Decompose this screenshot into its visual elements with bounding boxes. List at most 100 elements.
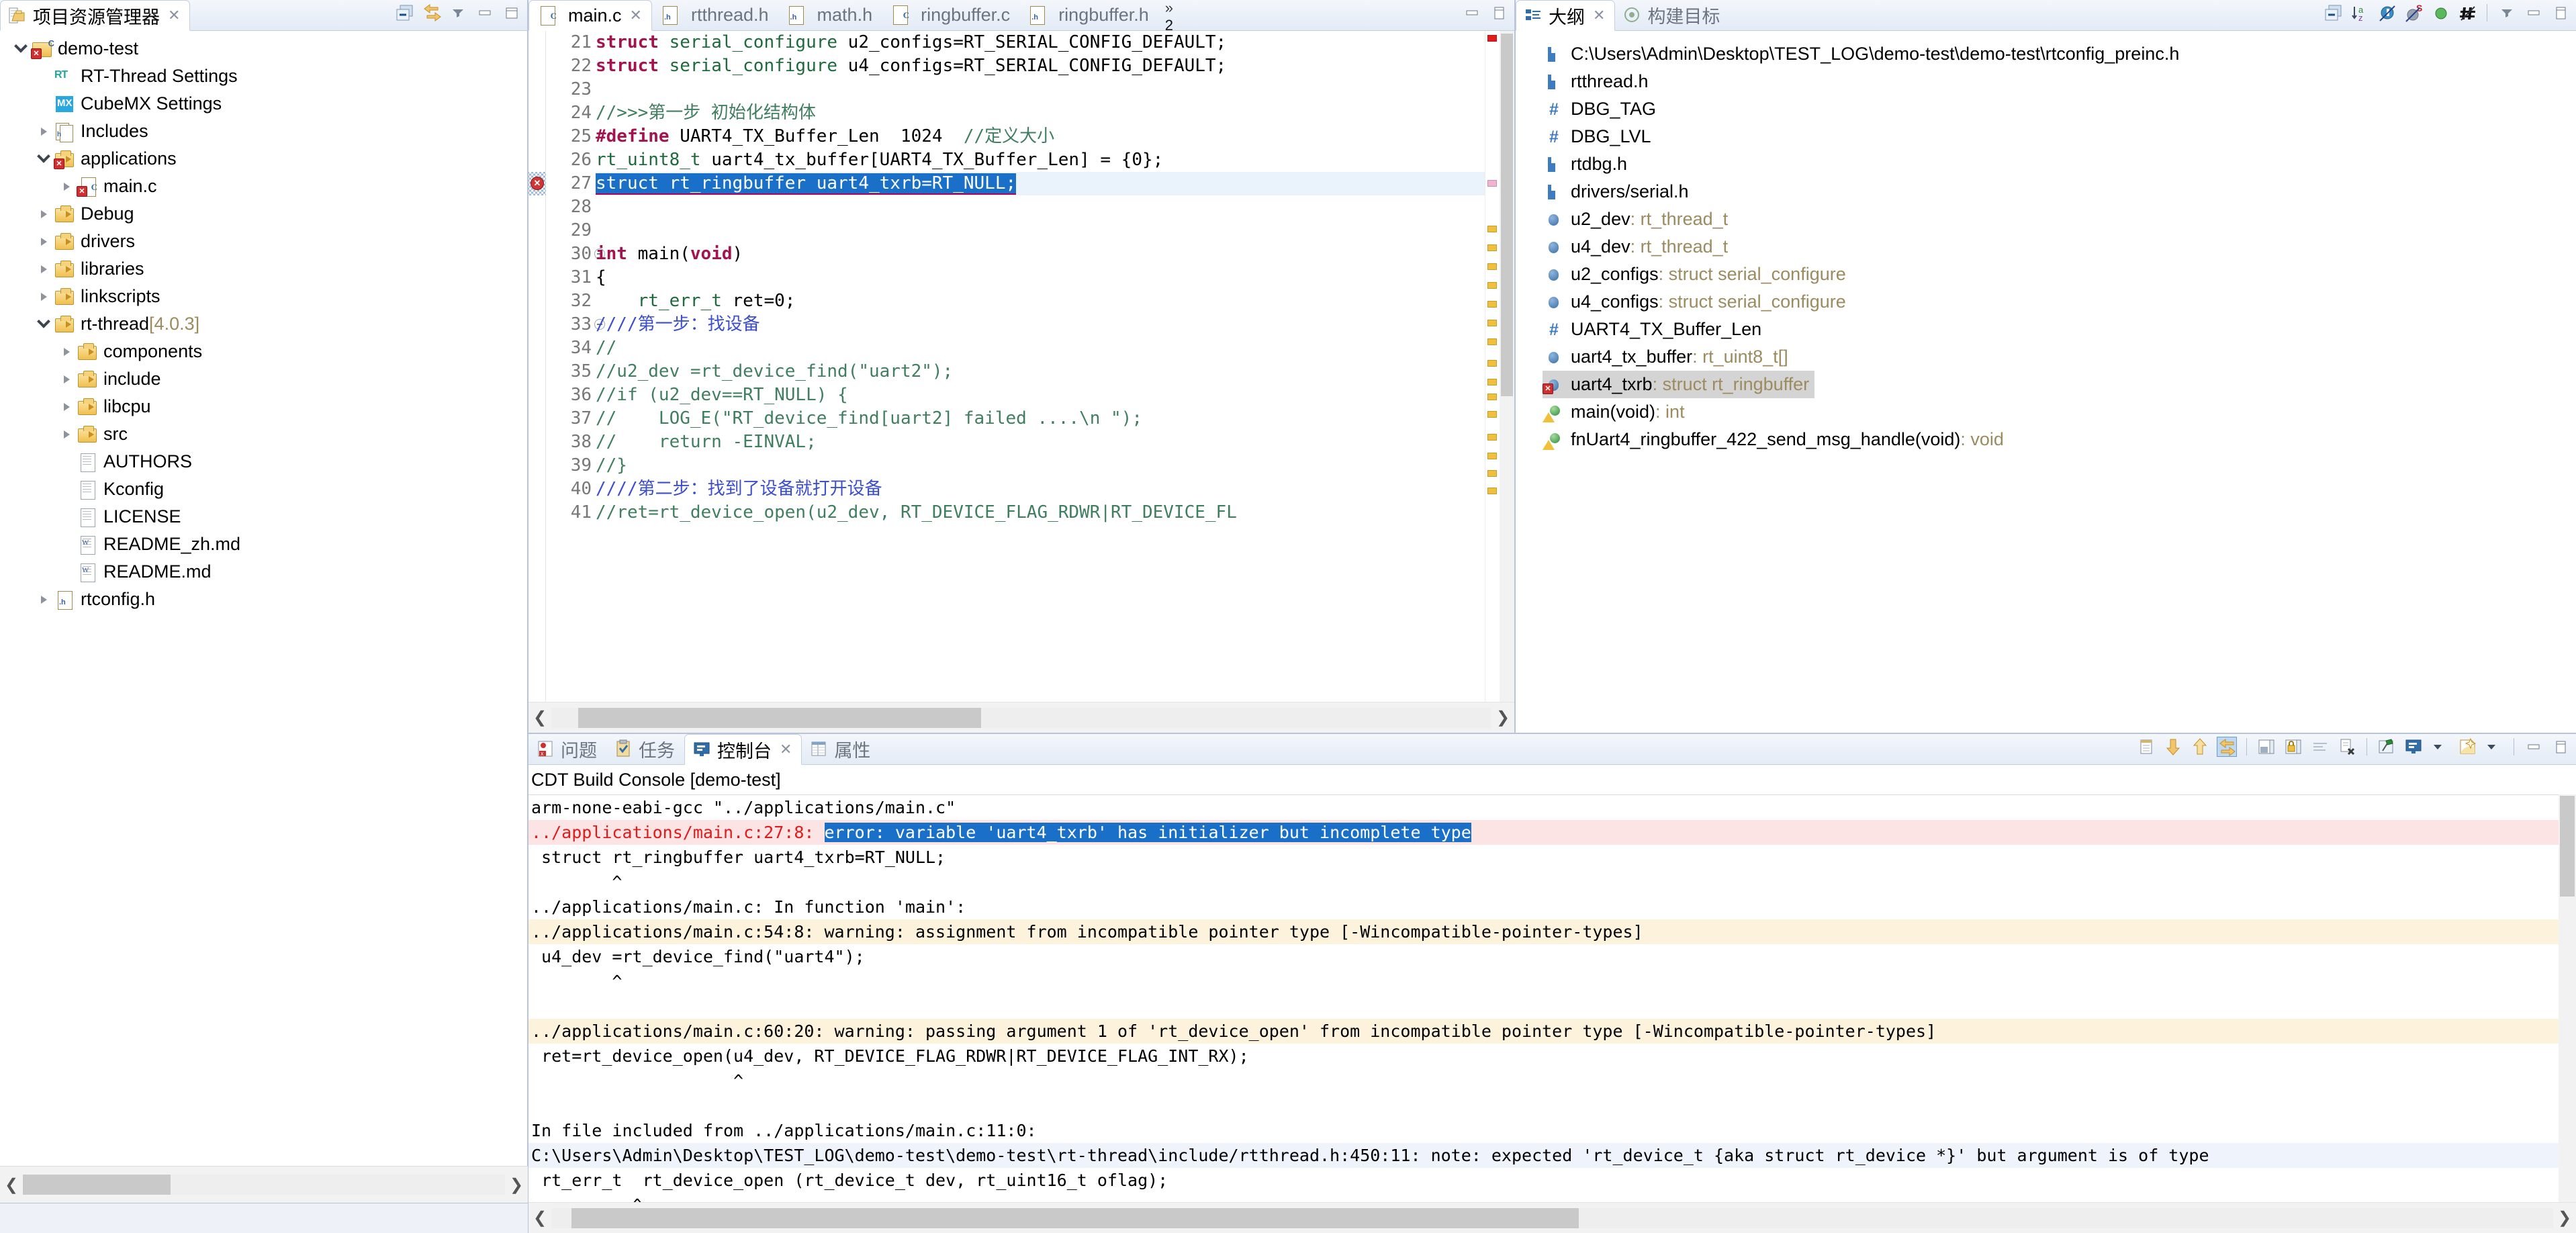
tree-item-libraries[interactable]: libraries: [0, 255, 527, 283]
overview-ruler-mark[interactable]: [1487, 180, 1497, 187]
code-line[interactable]: //>>>第一步 初始化结构体: [596, 101, 1485, 125]
twisty-closed[interactable]: [34, 127, 54, 136]
code-line[interactable]: //u2_dev =rt_device_find("uart2");: [596, 360, 1485, 383]
overview-ruler-mark[interactable]: [1487, 394, 1497, 400]
close-icon[interactable]: ✕: [780, 741, 792, 758]
code-line[interactable]: [596, 219, 1485, 242]
console-line[interactable]: [528, 994, 2559, 1019]
open-console-icon[interactable]: [2457, 737, 2477, 757]
scroll-lock-icon[interactable]: [2217, 737, 2237, 757]
console-line[interactable]: arm-none-eabi-gcc "../applications/main.…: [528, 795, 2559, 820]
code-line[interactable]: {: [596, 266, 1485, 289]
tree-item-cubemx-settings[interactable]: MX CubeMX Settings: [0, 90, 527, 118]
twisty-closed[interactable]: [56, 375, 77, 383]
link-with-editor-icon[interactable]: [421, 3, 441, 23]
console-line[interactable]: ../applications/main.c:54:8: warning: as…: [528, 919, 2559, 944]
scroll-up-icon[interactable]: [2190, 737, 2210, 757]
scroll-right-icon[interactable]: ❯: [2553, 1208, 2576, 1228]
twisty-closed[interactable]: [56, 182, 77, 191]
console-line[interactable]: ^: [528, 1068, 2559, 1093]
code-area[interactable]: ✕ 21 22 23 24 25 26 27 28 29 30 31 32 33 34 35 36 37 38 39…: [528, 31, 1514, 733]
hscroll-track[interactable]: [551, 707, 1491, 728]
close-icon[interactable]: ✕: [630, 7, 642, 24]
explorer-hscroll[interactable]: ❮ ❯: [0, 1166, 528, 1203]
outline-item[interactable]: u4_dev : rt_thread_t: [1543, 233, 2576, 261]
outline-item[interactable]: rtdbg.h: [1543, 150, 2576, 178]
tree-item-authors[interactable]: AUTHORS: [0, 448, 527, 475]
scroll-left-icon[interactable]: ❮: [0, 1175, 23, 1195]
console-line[interactable]: ^: [528, 870, 2559, 895]
hscroll-thumb[interactable]: [578, 707, 981, 728]
code-line[interactable]: struct serial_configure u2_configs=RT_SE…: [596, 31, 1485, 54]
console-tab-tasks[interactable]: 任务: [606, 733, 684, 764]
overview-ruler-mark[interactable]: [1487, 244, 1497, 251]
outline-item[interactable]: u2_dev : rt_thread_t: [1543, 205, 2576, 233]
hide-fields-icon[interactable]: [2377, 3, 2397, 23]
overview-ruler-mark[interactable]: [1487, 226, 1497, 232]
view-menu-icon[interactable]: [2497, 3, 2517, 23]
collapse-all-icon[interactable]: [394, 3, 414, 23]
code-line[interactable]: ////第一步：找设备: [596, 313, 1485, 336]
twisty-closed[interactable]: [56, 347, 77, 356]
pin-icon[interactable]: [2377, 737, 2397, 757]
twisty-closed[interactable]: [34, 237, 54, 246]
view-menu-icon[interactable]: [448, 3, 468, 23]
tree-item-linkscripts[interactable]: linkscripts: [0, 283, 527, 310]
twisty-closed[interactable]: [34, 595, 54, 604]
tree-item-debug[interactable]: Debug: [0, 200, 527, 228]
overview-ruler-mark[interactable]: [1487, 453, 1497, 459]
project-tree[interactable]: C ✕ demo-test RT RT-Thread Settings MX CubeMX …: [0, 31, 527, 1166]
scroll-right-icon[interactable]: ❯: [1491, 708, 1514, 727]
code-line[interactable]: //ret=rt_device_open(u2_dev, RT_DEVICE_F…: [596, 501, 1485, 524]
console-line[interactable]: [528, 1093, 2559, 1118]
minimize-icon[interactable]: [2524, 3, 2544, 23]
editor-tab-ringbuffer-h[interactable]: .h ringbuffer.h: [1019, 0, 1158, 30]
editor-overview-ruler[interactable]: [1485, 31, 1500, 702]
overview-ruler-mark[interactable]: [1487, 360, 1497, 367]
code-line[interactable]: int main(void): [596, 242, 1485, 266]
overview-ruler-mark[interactable]: [1487, 301, 1497, 308]
console-line[interactable]: ../applications/main.c: In function 'mai…: [528, 895, 2559, 919]
editor-tab-main-c[interactable]: Cmain.c ✕: [528, 0, 652, 31]
outline-item[interactable]: C:\Users\Admin\Desktop\TEST_LOG\demo-tes…: [1543, 40, 2576, 68]
code-line[interactable]: rt_uint8_t uart4_tx_buffer[UART4_TX_Buff…: [596, 148, 1485, 172]
tree-item-drivers[interactable]: drivers: [0, 228, 527, 255]
overview-ruler-mark[interactable]: [1487, 320, 1497, 326]
twisty-closed[interactable]: [56, 430, 77, 439]
overview-ruler-mark[interactable]: [1487, 470, 1497, 477]
tree-item-src[interactable]: src: [0, 420, 527, 448]
maximize-icon[interactable]: [502, 3, 522, 23]
tree-item-demo-test[interactable]: C ✕ demo-test: [0, 35, 527, 62]
minimize-icon[interactable]: [1462, 3, 1482, 23]
remove-console-icon[interactable]: [2337, 737, 2357, 757]
pin-console-icon[interactable]: [2283, 737, 2303, 757]
overview-ruler-mark[interactable]: [1487, 282, 1497, 289]
scroll-left-icon[interactable]: ❮: [528, 708, 551, 727]
outline-item[interactable]: # DBG_LVL: [1543, 123, 2576, 150]
code-line[interactable]: ////第二步：找到了设备就打开设备: [596, 477, 1485, 501]
tree-item-license[interactable]: LICENSE: [0, 503, 527, 531]
outline-tab-build-targets[interactable]: 构建目标: [1615, 0, 1729, 30]
vscroll-thumb[interactable]: [2560, 796, 2575, 897]
twisty-open[interactable]: [34, 314, 54, 329]
code-line[interactable]: [596, 78, 1485, 101]
outline-item[interactable]: # UART4_TX_Buffer_Len: [1543, 316, 2576, 343]
overview-ruler-mark[interactable]: [1487, 434, 1497, 441]
close-icon[interactable]: ✕: [1593, 7, 1605, 24]
outline-tree[interactable]: C:\Users\Admin\Desktop\TEST_LOG\demo-tes…: [1516, 31, 2576, 733]
code-line[interactable]: //: [596, 336, 1485, 360]
console-tab-problems[interactable]: x 问题: [528, 733, 606, 764]
console-line[interactable]: u4_dev =rt_device_find("uart4");: [528, 944, 2559, 969]
console-line[interactable]: In file included from ../applications/ma…: [528, 1118, 2559, 1143]
close-icon[interactable]: ✕: [168, 7, 180, 24]
outline-item[interactable]: rtthread.h: [1543, 68, 2576, 95]
outline-item[interactable]: # DBG_TAG: [1543, 95, 2576, 123]
outline-item[interactable]: main(void) : int: [1543, 398, 2576, 426]
twisty-closed[interactable]: [34, 265, 54, 273]
outline-item[interactable]: u2_configs : struct serial_configure: [1543, 261, 2576, 288]
overview-ruler-mark[interactable]: [1487, 263, 1497, 270]
editor-tab-rtthread-h[interactable]: .h rtthread.h: [652, 0, 778, 30]
overview-ruler-mark[interactable]: [1487, 35, 1497, 42]
code-line[interactable]: #define UART4_TX_Buffer_Len 1024 //定义大小: [596, 125, 1485, 148]
console-line[interactable]: ^: [528, 969, 2559, 994]
